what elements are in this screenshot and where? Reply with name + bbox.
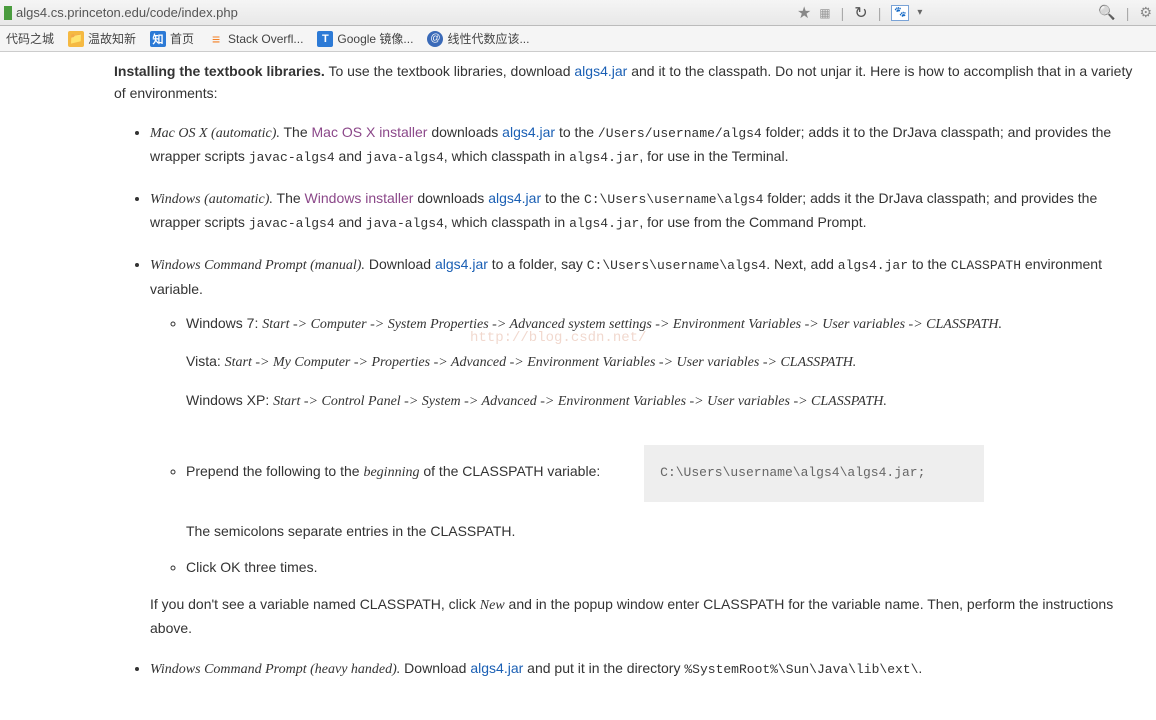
algs4-jar-link[interactable]: algs4.jar [488, 190, 541, 206]
folder-icon: 📁 [68, 31, 84, 47]
list-item-macosx: Mac OS X (automatic). The Mac OS X insta… [150, 121, 1136, 169]
bookmark-item[interactable]: ≡ Stack Overfl... [208, 31, 303, 47]
separator: | [841, 5, 845, 21]
path-text: C:\Users\username\algs4 [587, 258, 766, 273]
separator: | [878, 5, 882, 21]
dropdown-icon[interactable]: ▾ [917, 7, 922, 18]
win7-line: Windows 7: Start -> Computer -> System P… [186, 312, 1136, 336]
google-mirror-icon: T [317, 31, 333, 47]
semicolon-note: The semicolons separate entries in the C… [186, 520, 1136, 542]
reload-icon[interactable]: ↻ [854, 3, 867, 23]
bookmark-label: Google 镜像... [337, 30, 413, 47]
sub-item-prepend: Prepend the following to the beginning o… [186, 427, 1136, 542]
bookmark-label: 代码之城 [6, 30, 54, 47]
stackoverflow-icon: ≡ [208, 31, 224, 47]
item-title: Windows Command Prompt (manual). [150, 258, 365, 273]
bookmark-label: 温故知新 [88, 30, 136, 47]
classpath-codeblock: C:\Users\username\algs4\algs4.jar; [644, 445, 984, 502]
list-item-windows-heavy: Windows Command Prompt (heavy handed). D… [150, 657, 1136, 681]
intro-bold: Installing the textbook libraries. [114, 63, 325, 79]
algs4-jar-link[interactable]: algs4.jar [574, 63, 627, 79]
item-title: Windows (automatic). [150, 192, 273, 207]
gear-icon[interactable]: ⚙ [1139, 4, 1152, 21]
item-title: Windows Command Prompt (heavy handed). [150, 662, 400, 677]
url-bar[interactable]: algs4.cs.princeton.edu/code/index.php [4, 5, 797, 20]
bookmark-item[interactable]: 知 首页 [150, 30, 194, 47]
toolbar-icons: ★ ▦ | ↻ | 🐾 ▾ 🔍 | ⚙ [797, 3, 1152, 23]
bookmark-item[interactable]: 代码之城 [6, 30, 54, 47]
at-icon: @ [427, 31, 443, 47]
intro-text: To use the textbook libraries, download [325, 63, 575, 79]
search-icon[interactable]: 🔍 [1098, 4, 1115, 21]
bookmark-label: Stack Overfl... [228, 32, 303, 46]
bookmark-label: 首页 [170, 30, 194, 47]
url-text: algs4.cs.princeton.edu/code/index.php [16, 5, 238, 20]
path-text: %SystemRoot%\Sun\Java\lib\ext\ [684, 662, 918, 677]
bookmark-item[interactable]: @ 线性代数应该... [427, 30, 529, 47]
algs4-jar-link[interactable]: algs4.jar [502, 124, 555, 140]
bookmark-label: 线性代数应该... [447, 30, 529, 47]
sub-list: Windows 7: Start -> Computer -> System P… [150, 312, 1136, 579]
main-list: Mac OS X (automatic). The Mac OS X insta… [114, 121, 1136, 682]
windows-installer-link[interactable]: Windows installer [305, 190, 414, 206]
sub-item-windows-versions: Windows 7: Start -> Computer -> System P… [186, 312, 1136, 413]
sub-item-clickok: Click OK three times. [186, 556, 1136, 578]
separator: | [1126, 5, 1130, 21]
paw-icon[interactable]: 🐾 [891, 5, 909, 21]
winxp-line: Windows XP: Start -> Control Panel -> Sy… [186, 389, 1136, 413]
bookmark-bar: 代码之城 📁 温故知新 知 首页 ≡ Stack Overfl... T Goo… [0, 26, 1156, 52]
vista-line: Vista: Start -> My Computer -> Propertie… [186, 350, 1136, 374]
bookmark-item[interactable]: T Google 镜像... [317, 30, 413, 47]
site-favicon-icon [4, 6, 12, 20]
no-classpath-note: If you don't see a variable named CLASSP… [150, 593, 1136, 640]
path-text: C:\Users\username\algs4 [584, 192, 763, 207]
path-text: /Users/username/algs4 [598, 126, 762, 141]
macosx-installer-link[interactable]: Mac OS X installer [312, 124, 428, 140]
list-item-windows-cmd-manual: Windows Command Prompt (manual). Downloa… [150, 253, 1136, 639]
item-title: Mac OS X (automatic). [150, 126, 280, 141]
bookmark-star-icon[interactable]: ★ [797, 3, 811, 23]
algs4-jar-link[interactable]: algs4.jar [470, 660, 523, 676]
algs4-jar-link[interactable]: algs4.jar [435, 256, 488, 272]
browser-toolbar: algs4.cs.princeton.edu/code/index.php ★ … [0, 0, 1156, 26]
qr-icon[interactable]: ▦ [819, 6, 830, 20]
zhihu-icon: 知 [150, 31, 166, 47]
intro-paragraph: Installing the textbook libraries. To us… [114, 60, 1136, 105]
page-content: Installing the textbook libraries. To us… [0, 52, 1156, 720]
bookmark-item[interactable]: 📁 温故知新 [68, 30, 136, 47]
list-item-windows-auto: Windows (automatic). The Windows install… [150, 187, 1136, 235]
